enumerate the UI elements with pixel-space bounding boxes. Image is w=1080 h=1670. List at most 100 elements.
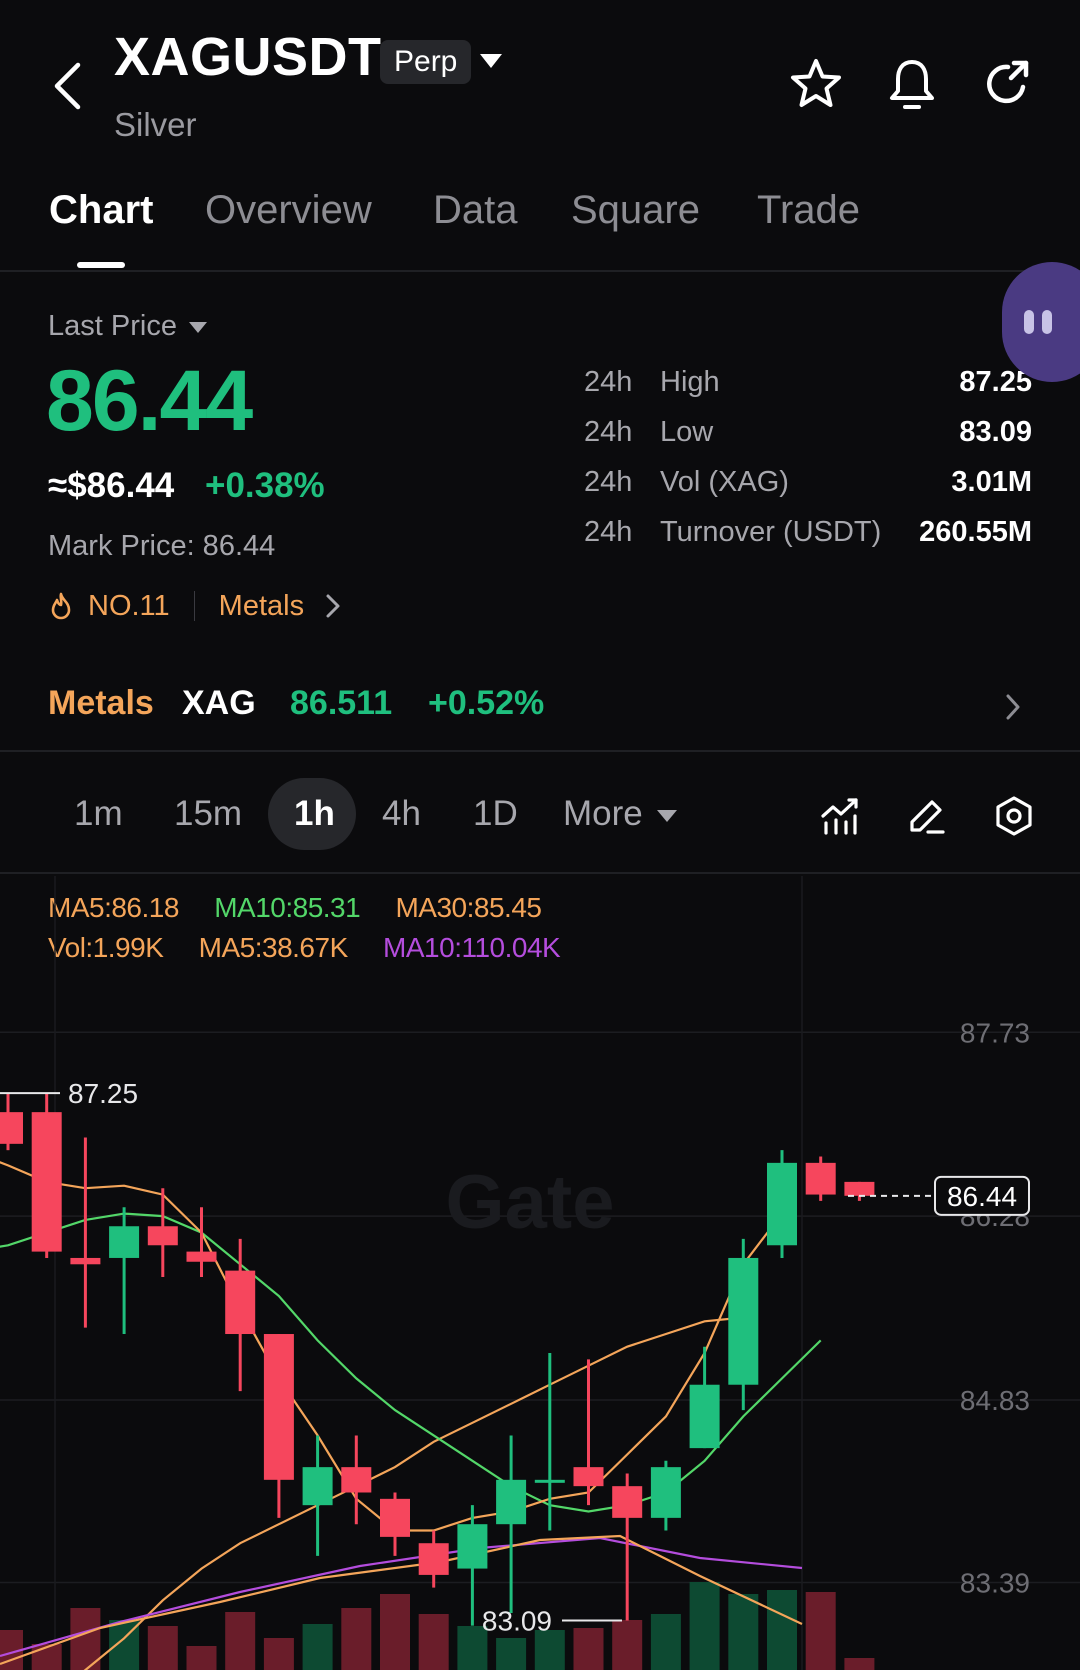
interval-1d[interactable]: 1D xyxy=(473,794,518,834)
interval-toolbar: 1m 15m 1h 4h 1D More xyxy=(0,752,1080,874)
stat-volume: 24h Vol (XAG) 3.01M xyxy=(584,466,1034,516)
index-price-row[interactable]: Metals XAG 86.511 +0.52% xyxy=(0,670,1080,752)
rank-row[interactable]: NO.11 Metals xyxy=(48,586,342,626)
stat-label: Turnover (USDT) xyxy=(660,516,882,548)
candle-body xyxy=(728,1257,759,1385)
candle-body xyxy=(225,1270,256,1335)
candle-body xyxy=(457,1524,488,1569)
caret-down-icon xyxy=(656,809,677,822)
draw-button[interactable] xyxy=(904,794,948,838)
pause-bar xyxy=(1024,310,1034,334)
chart-canvas[interactable]: Gate87.7386.2884.8383.3987.2583.0986.44 xyxy=(0,876,1080,1670)
stat-label: Vol (XAG) xyxy=(660,466,789,498)
bell-icon xyxy=(890,60,934,109)
volume-bar xyxy=(496,1638,527,1670)
interval-more[interactable]: More xyxy=(563,794,677,834)
candle xyxy=(767,1150,797,1258)
high-marker-label: 87.25 xyxy=(68,1078,138,1109)
interval-1m[interactable]: 1m xyxy=(74,794,123,834)
share-icon xyxy=(987,60,1029,104)
candle xyxy=(0,1093,23,1151)
candle xyxy=(573,1359,604,1506)
index-price: 86.511 xyxy=(290,684,393,722)
volume-bar xyxy=(650,1614,681,1670)
volume-bar xyxy=(612,1620,643,1670)
volume-bar xyxy=(728,1594,759,1670)
candle-body xyxy=(612,1486,643,1518)
candle xyxy=(689,1346,720,1449)
y-axis-label: 87.73 xyxy=(960,1017,1030,1048)
candle-body xyxy=(844,1181,875,1196)
candle xyxy=(109,1207,140,1335)
flame-icon xyxy=(51,592,71,620)
interval-15m[interactable]: 15m xyxy=(174,794,242,834)
stat-label: High xyxy=(660,366,720,398)
candle xyxy=(263,1334,294,1518)
alert-button[interactable] xyxy=(884,56,940,112)
price-type-selector[interactable]: Last Price xyxy=(48,310,207,343)
tab-square[interactable]: Square xyxy=(571,188,700,233)
stat-period: 24h xyxy=(584,516,633,548)
price-change-percent: +0.38% xyxy=(205,466,325,505)
contract-type-badge[interactable]: Perp xyxy=(380,40,472,84)
candle-body xyxy=(341,1467,372,1493)
candle xyxy=(147,1188,178,1277)
candle xyxy=(70,1137,101,1328)
candle xyxy=(612,1473,643,1621)
usd-price: ≈$86.44 xyxy=(48,466,175,505)
current-price-label: 86.44 xyxy=(947,1181,1017,1212)
candle xyxy=(844,1181,875,1201)
stat-period: 24h xyxy=(584,416,633,448)
stat-value: 260.55M xyxy=(919,516,1032,548)
back-button[interactable] xyxy=(42,58,92,114)
candle xyxy=(418,1530,449,1588)
header: XAGUSDT Perp Silver xyxy=(0,0,1080,160)
candle-body xyxy=(0,1112,23,1144)
volume-bar xyxy=(302,1624,333,1670)
floating-widget-button[interactable] xyxy=(1002,262,1080,382)
tab-trade[interactable]: Trade xyxy=(757,188,860,233)
low-marker-label: 83.09 xyxy=(482,1606,552,1637)
candle-body xyxy=(31,1112,62,1252)
tab-bar: Chart Overview Data Square Trade xyxy=(0,180,1080,272)
candle-body xyxy=(689,1384,720,1449)
candle-body xyxy=(650,1467,681,1518)
candle xyxy=(341,1435,372,1525)
indicator-button[interactable] xyxy=(818,794,862,838)
candle-body xyxy=(380,1498,410,1537)
more-label: More xyxy=(563,794,643,833)
volume-bar xyxy=(418,1614,449,1670)
interval-1h[interactable]: 1h xyxy=(294,794,335,834)
symbol-dropdown-icon[interactable] xyxy=(480,54,502,68)
volume-bar xyxy=(225,1612,256,1670)
candle xyxy=(31,1093,62,1258)
tab-data[interactable]: Data xyxy=(433,188,518,233)
share-button[interactable] xyxy=(980,56,1036,112)
candle-body xyxy=(147,1226,178,1246)
tab-chart[interactable]: Chart xyxy=(49,188,153,233)
favorite-button[interactable] xyxy=(788,56,844,112)
stat-period: 24h xyxy=(584,466,633,498)
volume-bar xyxy=(844,1658,875,1670)
stat-label: Low xyxy=(660,416,714,448)
chart-settings-button[interactable] xyxy=(992,794,1036,838)
candlestick-chart[interactable]: MA5:86.18 MA10:85.31 MA30:85.45 Vol:1.99… xyxy=(0,876,1080,1670)
mark-price: Mark Price: 86.44 xyxy=(48,530,276,562)
volume-bar xyxy=(263,1638,294,1670)
stat-value: 83.09 xyxy=(959,416,1032,448)
volume-bar xyxy=(767,1590,797,1670)
chevron-right-icon xyxy=(326,594,340,618)
rank-label: NO.11 xyxy=(88,589,170,622)
caret-down-icon xyxy=(188,321,207,333)
candle xyxy=(728,1238,759,1411)
candle xyxy=(496,1435,527,1613)
candle-body xyxy=(186,1251,217,1262)
symbol-title: XAGUSDT xyxy=(114,27,382,87)
stat-low: 24h Low 83.09 xyxy=(584,416,1034,466)
candle-body xyxy=(418,1543,449,1575)
category-link[interactable]: Metals xyxy=(219,590,304,623)
tab-overview[interactable]: Overview xyxy=(205,188,372,233)
interval-4h[interactable]: 4h xyxy=(382,794,421,834)
candle-body xyxy=(263,1334,294,1480)
star-icon xyxy=(791,59,841,107)
